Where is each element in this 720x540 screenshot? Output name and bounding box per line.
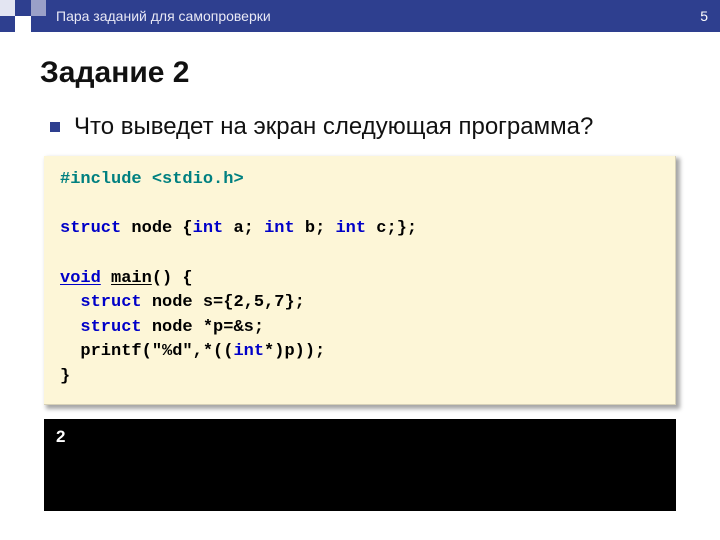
code-field-b: b;	[305, 219, 325, 238]
question-row: Что выведет на экран следующая программа…	[50, 112, 680, 142]
code-int-kw-3: int	[335, 219, 366, 238]
code-block: #include <stdio.h> struct node {int a; i…	[44, 156, 676, 405]
slide-title: Задание 2	[40, 56, 680, 90]
code-int-kw-1: int	[193, 219, 224, 238]
output-text: 2	[56, 427, 65, 446]
question-text: Что выведет на экран следующая программа…	[74, 112, 593, 142]
header-ornament	[0, 0, 46, 32]
code-node-p: node *p=&s;	[152, 318, 264, 337]
code-struct-decl: node {	[131, 219, 192, 238]
breadcrumb: Пара заданий для самопроверки	[56, 8, 271, 24]
code-int-kw-2: int	[264, 219, 295, 238]
code-main-fn: main	[111, 269, 152, 288]
code-include-lib: <stdio.h>	[152, 170, 244, 189]
code-void-kw: void	[60, 269, 101, 288]
code-field-c: c;};	[376, 219, 417, 238]
code-int-cast: int	[233, 342, 264, 361]
code-close-brace: }	[60, 367, 70, 386]
code-struct-kw-3: struct	[80, 318, 141, 337]
code-struct-kw-1: struct	[60, 219, 121, 238]
square-bullet-icon	[50, 122, 60, 132]
slide-header: Пара заданий для самопроверки 5	[0, 0, 720, 32]
page-number: 5	[700, 8, 708, 24]
code-include-kw: #include	[60, 170, 142, 189]
slide-content: Задание 2 Что выведет на экран следующая…	[0, 32, 720, 511]
code-field-a: a;	[233, 219, 253, 238]
output-block: 2	[44, 419, 676, 511]
code-printf-line: printf("%d",*((	[60, 342, 233, 361]
code-main-paren: () {	[152, 269, 193, 288]
code-node-s: node s={2,5,7};	[152, 293, 305, 312]
header-bar: Пара заданий для самопроверки 5	[46, 0, 720, 32]
code-printf-tail: *)p));	[264, 342, 325, 361]
code-struct-kw-2: struct	[80, 293, 141, 312]
